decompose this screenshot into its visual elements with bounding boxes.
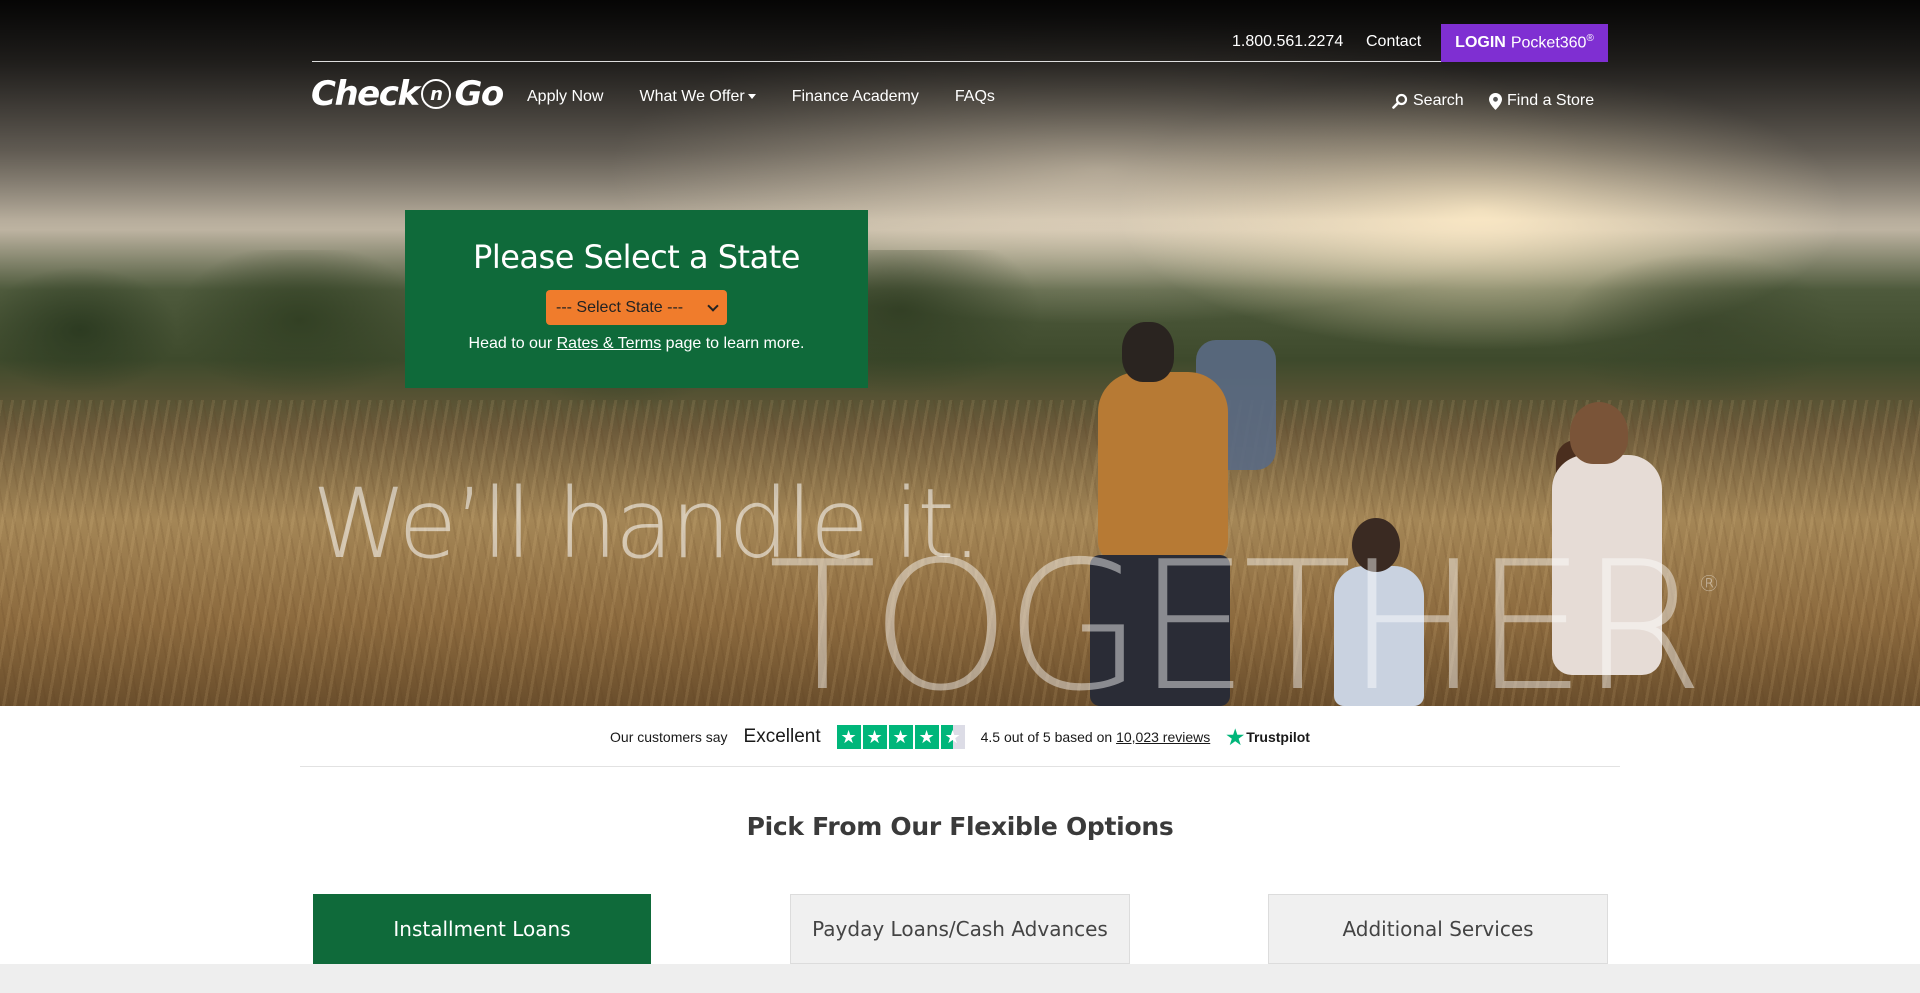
state-select-dropdown[interactable]: --- Select State --- [546,290,727,325]
main-nav: Apply Now What We Offer Finance Academy … [527,88,1031,106]
search-icon [1392,93,1408,109]
state-select-value: --- Select State --- [556,298,684,316]
brand-logo[interactable]: Check n Go [311,74,504,114]
hero-treeline [0,250,1920,420]
hero-mother-head [1570,402,1628,464]
star-icon: ★ [836,725,861,749]
login-product: Pocket360® [1511,33,1594,52]
tab-additional-services[interactable]: Additional Services [1268,894,1608,964]
logo-word-check: Check [311,74,420,114]
content-panel-edge [0,964,1920,993]
trustpilot-brand: Trustpilot [1246,729,1310,745]
trust-rating-word: Excellent [743,726,821,747]
nav-what-we-offer[interactable]: What We Offer [639,88,756,106]
star-icon: ★ [862,725,887,749]
nav-apply-now[interactable]: Apply Now [527,88,603,106]
rates-note-prefix: Head to our [468,335,557,352]
trust-rating-prefix: 4.5 out of 5 based on [980,729,1117,745]
section-divider [300,766,1620,767]
chevron-down-icon [707,299,719,312]
nav-what-we-offer-label: What We Offer [639,88,745,105]
state-select-panel: Please Select a State --- Select State -… [405,210,868,388]
star-icon: ★ [914,725,939,749]
contact-link[interactable]: Contact [1366,33,1421,51]
trust-reviews-link[interactable]: 10,023 reviews [1116,729,1210,745]
phone-link[interactable]: 1.800.561.2274 [1232,33,1343,51]
search-link[interactable]: Search [1392,92,1464,110]
login-product-mark: ® [1586,33,1594,45]
nav-finance-academy[interactable]: Finance Academy [792,88,919,106]
logo-n-badge: n [421,79,452,109]
search-label: Search [1413,92,1464,109]
rates-terms-link[interactable]: Rates & Terms [557,335,662,352]
logo-word-go: Go [454,74,504,114]
rates-terms-note: Head to our Rates & Terms page to learn … [469,335,805,353]
map-pin-icon [1489,92,1502,110]
login-button[interactable]: LOGIN Pocket360® [1441,24,1608,62]
state-panel-title: Please Select a State [473,238,800,276]
tab-installment-loans[interactable]: Installment Loans [313,894,651,964]
find-store-link[interactable]: Find a Store [1489,92,1594,110]
trustpilot-star-icon: ★ [1226,726,1245,749]
find-store-label: Find a Store [1507,92,1595,109]
caret-down-icon [747,94,756,100]
options-heading: Pick From Our Flexible Options [746,812,1174,841]
login-product-name: Pocket360 [1510,34,1587,52]
trustpilot-widget[interactable]: Our customers say Excellent ★ ★ ★ ★ ★ 4.… [0,706,1920,768]
rates-note-suffix: page to learn more. [661,335,805,352]
trustpilot-logo[interactable]: ★ Trustpilot [1226,725,1310,750]
tab-payday-loans[interactable]: Payday Loans/Cash Advances [790,894,1130,964]
trust-stars: ★ ★ ★ ★ ★ [836,725,965,749]
trust-rating-text: 4.5 out of 5 based on 10,023 reviews [981,729,1211,745]
hero-father-head [1122,322,1174,382]
trust-customers-say: Our customers say [610,729,728,745]
half-star-icon: ★ [940,725,965,749]
hero-together: TOGETHER® [768,538,1720,707]
utility-bar: 1.800.561.2274 Contact LOGIN Pocket360® [312,24,1608,62]
nav-faqs[interactable]: FAQs [955,88,995,106]
registered-mark: ® [1697,572,1720,597]
hero-together-text: TOGETHER [768,523,1704,707]
login-label: LOGIN [1455,34,1506,51]
star-icon: ★ [888,725,913,749]
